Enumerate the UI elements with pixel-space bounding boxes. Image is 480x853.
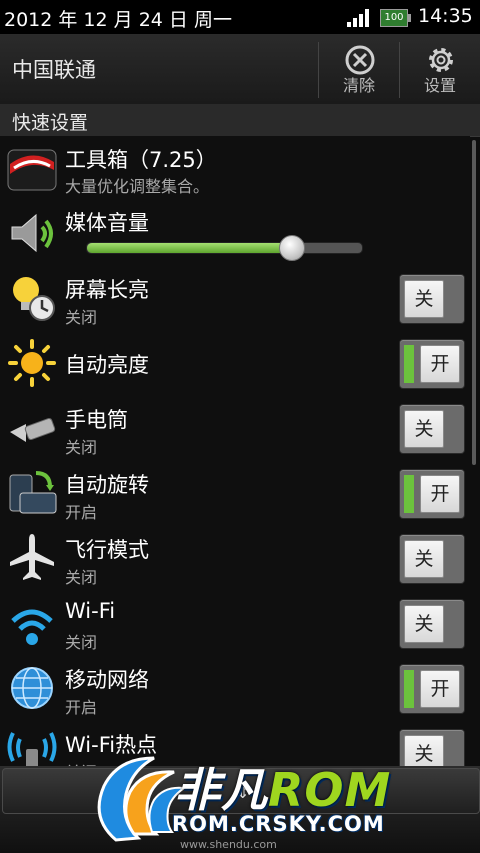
item-subtitle: 关闭 (65, 568, 98, 587)
list-item-toolbox[interactable]: 工具箱（7.25） 大量优化调整集合。 (0, 136, 470, 202)
carrier-name: 中国联通 (12, 58, 96, 82)
list-item-auto-rotate[interactable]: 自动旋转 开启 开 (0, 461, 470, 527)
toggle-knob: 关 (404, 735, 444, 766)
toggle-knob: 关 (404, 280, 444, 318)
item-title: 手电筒 (65, 408, 128, 432)
auto-brightness-toggle[interactable]: 开 (399, 339, 465, 389)
toggle-knob: 关 (404, 410, 444, 448)
volume-fill (87, 243, 291, 253)
list-item-airplane-mode[interactable]: 飞行模式 关闭 关 (0, 526, 470, 592)
status-date: 2012 年 12 月 24 日 周一 (4, 9, 232, 31)
item-title: 飞行模式 (65, 538, 149, 562)
airplane-mode-toggle[interactable]: 关 (399, 534, 465, 584)
lightbulb-clock-icon (13, 277, 55, 321)
list-item-wifi[interactable]: Wi-Fi 关闭 关 (0, 591, 470, 657)
status-time: 14:35 (418, 5, 473, 27)
notification-header: 中国联通 清除 设置 (0, 34, 480, 105)
airplane-icon (10, 534, 54, 580)
quick-settings-list: 工具箱（7.25） 大量优化调整集合。 媒体音量 屏幕长亮 关闭 关 自动亮度 … (0, 136, 470, 766)
watermark-title: 非凡ROM (174, 754, 391, 820)
item-subtitle: 关闭 (65, 438, 98, 457)
wifi-hotspot-toggle[interactable]: 关 (399, 729, 465, 766)
item-title: 自动亮度 (65, 353, 149, 377)
mobile-network-toggle[interactable]: 开 (399, 664, 465, 714)
item-subtitle: 开启 (65, 698, 98, 717)
toggle-on-indicator (404, 345, 414, 383)
watermark-name: 非凡 (174, 763, 268, 817)
speaker-icon (11, 213, 53, 253)
toggle-knob: 开 (420, 475, 460, 513)
list-item-flashlight[interactable]: 手电筒 关闭 关 (0, 396, 470, 462)
wifi-icon (11, 609, 53, 645)
wifi-hotspot-icon (7, 732, 57, 766)
toggle-knob: 开 (420, 345, 460, 383)
battery-icon: 100 (380, 9, 411, 27)
item-subtitle: 开启 (65, 503, 98, 522)
item-subtitle: 大量优化调整集合。 (65, 177, 210, 196)
signal-bars-icon (347, 9, 371, 27)
toggle-on-indicator (404, 475, 414, 513)
watermark-url: ROM.CRSKY.COM (172, 812, 385, 836)
toolbox-icon (7, 149, 57, 191)
item-subtitle: 关闭 (65, 308, 98, 327)
item-title: 自动旋转 (65, 473, 149, 497)
flashlight-icon (10, 417, 56, 442)
clear-button[interactable]: 清除 (320, 40, 398, 102)
item-title: 屏幕长亮 (65, 278, 149, 302)
toggle-knob: 关 (404, 605, 444, 643)
status-bar: 2012 年 12 月 24 日 周一 100 14:35 (0, 0, 480, 34)
item-subtitle: 关闭 (65, 633, 98, 652)
screen-on-toggle[interactable]: 关 (399, 274, 465, 324)
rotate-screen-icon (9, 471, 57, 514)
globe-icon (11, 667, 53, 709)
watermark-rom: ROM (268, 763, 392, 817)
item-title: Wi-Fi (65, 599, 116, 623)
settings-button[interactable]: 设置 (401, 40, 479, 102)
divider (318, 42, 319, 98)
settings-label: 设置 (423, 76, 456, 95)
item-title: 移动网络 (65, 668, 149, 692)
flashlight-toggle[interactable]: 关 (399, 404, 465, 454)
scrollbar[interactable] (472, 140, 476, 465)
sun-icon (8, 339, 56, 387)
volume-slider[interactable] (86, 235, 363, 261)
clear-label: 清除 (342, 76, 375, 95)
section-header: 快速设置 (0, 104, 480, 137)
list-item-media-volume: 媒体音量 (0, 201, 470, 267)
list-item-mobile-network[interactable]: 移动网络 开启 开 (0, 656, 470, 722)
volume-thumb[interactable] (278, 235, 305, 261)
toggle-knob: 开 (420, 670, 460, 708)
item-title: 媒体音量 (65, 211, 149, 235)
list-item-auto-brightness[interactable]: 自动亮度 开 (0, 331, 470, 397)
toggle-on-indicator (404, 670, 414, 708)
wifi-toggle[interactable]: 关 (399, 599, 465, 649)
section-title: 快速设置 (12, 112, 89, 134)
watermark-site: www.shendu.com (180, 838, 277, 851)
list-item-screen-on[interactable]: 屏幕长亮 关闭 关 (0, 266, 470, 332)
divider (399, 42, 400, 98)
item-title: 工具箱（7.25） (65, 148, 217, 172)
toggle-knob: 关 (404, 540, 444, 578)
auto-rotate-toggle[interactable]: 开 (399, 469, 465, 519)
